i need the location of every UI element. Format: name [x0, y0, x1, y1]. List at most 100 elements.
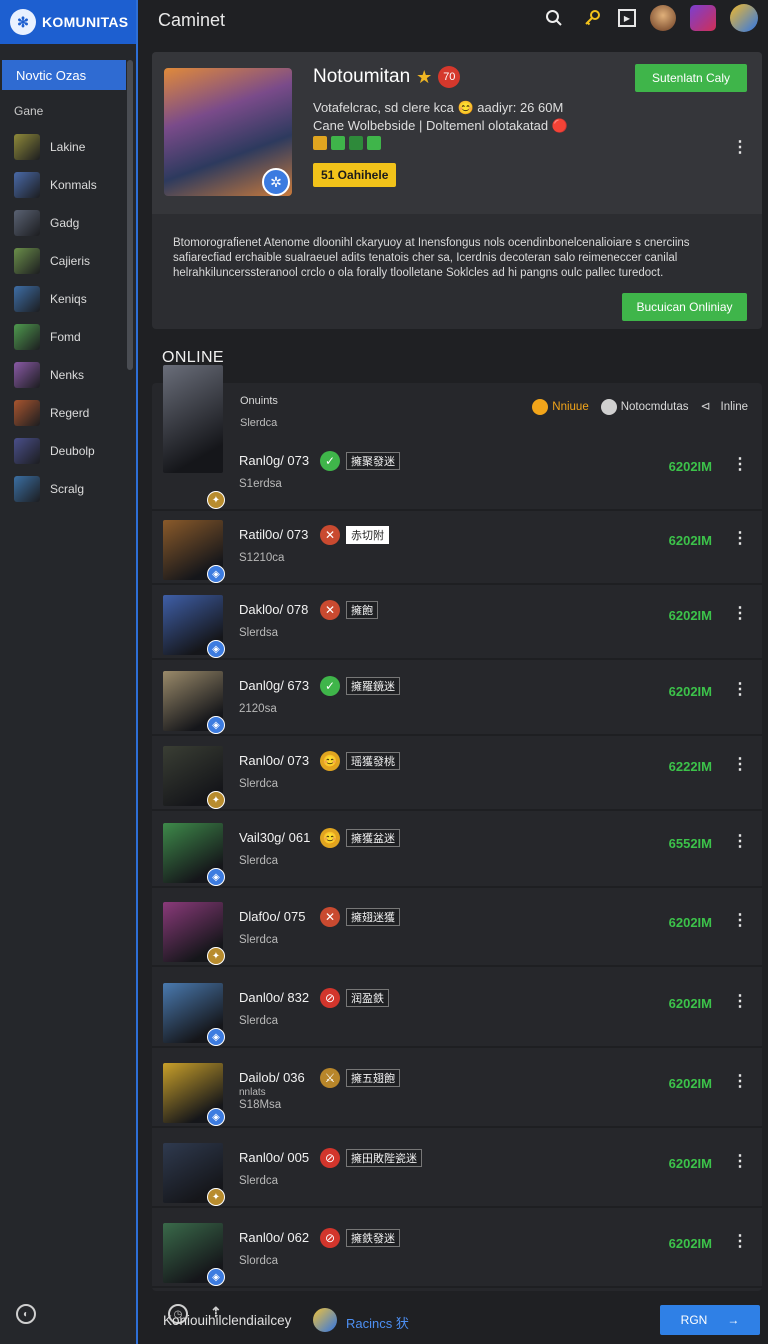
- filter-option[interactable]: Notocmdutas: [600, 399, 689, 415]
- more-options-icon[interactable]: ⋮: [732, 1234, 748, 1250]
- more-options-icon[interactable]: ⋮: [732, 757, 748, 773]
- settings-icon[interactable]: ◐: [16, 1304, 36, 1324]
- player-row[interactable]: ◈ Danl0g/ 673 2120sa ✓ 擁羅鏡迷 6202IM ⋮: [152, 666, 762, 736]
- player-score: 6202IM: [668, 608, 712, 623]
- player-row[interactable]: ◈ Ranl0o/ 062 Slordca ⊘ 擁鉄發迷 6202IM ⋮: [152, 1218, 762, 1288]
- featured-image[interactable]: ✲: [164, 68, 292, 196]
- player-name: Danl0o/ 832: [239, 990, 310, 1005]
- more-options-icon[interactable]: ⋮: [732, 913, 748, 929]
- user-avatar[interactable]: [650, 5, 676, 31]
- player-row[interactable]: ✦ Ranl0o/ 005 Slerdca ⊘ 擁田敗陛瓷迷 6202IM ⋮: [152, 1138, 762, 1208]
- sidebar-scrollbar[interactable]: [127, 60, 133, 370]
- sidebar-item[interactable]: Lakine: [0, 128, 136, 166]
- sidebar-item[interactable]: Scralg: [0, 470, 136, 508]
- sidebar-bottom-tools: ◐ ◷ ⇡: [16, 1304, 222, 1324]
- sidebar-item[interactable]: Konmals: [0, 166, 136, 204]
- footer-button-label: RGN: [680, 1313, 708, 1327]
- footer-avatar[interactable]: [313, 1308, 337, 1332]
- status-icon: 😊: [320, 751, 340, 771]
- featured-tag[interactable]: 51 Oahihele: [313, 163, 397, 187]
- player-subtitle: Slerdca: [239, 1175, 278, 1187]
- status-icon: ✕: [320, 600, 340, 620]
- sidebar-item[interactable]: Nenks: [0, 356, 136, 394]
- sidebar-item[interactable]: Gadg: [0, 204, 136, 242]
- player-subtitle: Slerdca: [239, 855, 278, 867]
- player-score: 6202IM: [668, 533, 712, 548]
- player-tag: 擁翅迷獲: [346, 908, 400, 926]
- secondary-action-button[interactable]: Bucuican Onliniay: [622, 293, 747, 321]
- status-icon: ⊘: [320, 1228, 340, 1248]
- player-name: Danl0g/ 673: [239, 678, 310, 693]
- sidebar-item-thumbnail: [14, 248, 40, 274]
- sidebar-item-label: Keniqs: [50, 292, 87, 306]
- search-icon[interactable]: [542, 6, 566, 30]
- profile-avatar[interactable]: [730, 4, 758, 32]
- status-icon: ✓: [320, 676, 340, 696]
- player-row[interactable]: ✦ Ranl0o/ 073 Slerdca 😊 瑶獲發桃 6222IM ⋮: [152, 741, 762, 811]
- player-row[interactable]: ◈ Dakl0o/ 078 Slerdsa ✕ 擁飽 6202IM ⋮: [152, 590, 762, 660]
- player-row[interactable]: ◈ Vail30g/ 061 Slerdca 😊 擁獲盆迷 6552IM ⋮: [152, 818, 762, 888]
- sidebar-item-label: Scralg: [50, 482, 85, 496]
- player-name: Dailob/ 036: [239, 1070, 305, 1085]
- brand[interactable]: ✻ KOMUNITAS: [0, 0, 136, 44]
- player-tag: 赤切附: [346, 526, 389, 544]
- leaf-icon: [349, 136, 363, 150]
- game-avatar[interactable]: [690, 5, 716, 31]
- status-icon: ✕: [320, 907, 340, 927]
- player-row[interactable]: ✦ Ranl0g/ 073 S1erdsa ✓ 擁聚發迷 6202IM ⋮: [152, 365, 762, 511]
- featured-description-2: Cane Wolbebside | Doltemenl olotakatad 🔴: [313, 118, 568, 133]
- shield-badge-icon: ◈: [207, 640, 225, 658]
- player-score: 6202IM: [668, 1156, 712, 1171]
- player-tag: 擁獲盆迷: [346, 829, 400, 847]
- player-name: Ranl0o/ 062: [239, 1230, 310, 1245]
- sidebar-item[interactable]: Regerd: [0, 394, 136, 432]
- more-options-icon[interactable]: ⋮: [732, 531, 748, 547]
- topbar-icons: ▶: [542, 4, 758, 32]
- sidebar-item-label: Cajieris: [50, 254, 91, 268]
- more-options-icon[interactable]: ⋮: [732, 1074, 748, 1090]
- player-row[interactable]: ◈ Ratil0o/ 073 S1210ca ✕ 赤切附 6202IM ⋮: [152, 515, 762, 585]
- footer-action-button[interactable]: RGN →: [660, 1305, 760, 1335]
- sidebar-item[interactable]: Cajieris: [0, 242, 136, 280]
- online-list-header: Onuints Slerdca Nniuue Notocmdutas ⊲ Inline: [152, 383, 762, 433]
- primary-action-button[interactable]: Sutenlatn Caly: [635, 64, 747, 92]
- more-options-icon[interactable]: ⋮: [732, 457, 748, 473]
- more-options-icon[interactable]: ⋮: [732, 834, 748, 850]
- more-options-icon[interactable]: ⋮: [732, 1154, 748, 1170]
- player-row[interactable]: ◈ Dailob/ 036 nnlats S18Msa ⚔ 擁五翅飽 6202IM ⋮: [152, 1058, 762, 1128]
- star-filter-icon: [532, 399, 549, 415]
- player-tag: 擁鉄發迷: [346, 1229, 400, 1247]
- player-row[interactable]: ◈ Danl0o/ 832 Slerdca ⊘ 润盈鉄 6202IM ⋮: [152, 978, 762, 1048]
- filter-option[interactable]: Nniuue: [532, 399, 589, 415]
- sidebar-item[interactable]: Fomd: [0, 318, 136, 356]
- more-options-icon[interactable]: ⋮: [732, 140, 748, 156]
- more-options-icon[interactable]: ⋮: [732, 682, 748, 698]
- half-circle-icon: [600, 399, 617, 415]
- warning-icon: [313, 136, 327, 150]
- player-name: Ranl0o/ 005: [239, 1150, 310, 1165]
- player-tag: 瑶獲發桃: [346, 752, 400, 770]
- more-options-icon[interactable]: ⋮: [732, 606, 748, 622]
- filter-option[interactable]: ⊲ Inline: [701, 399, 749, 415]
- status-icon: ⊘: [320, 988, 340, 1008]
- player-extra: nnlats: [239, 1087, 266, 1098]
- list-header-label: Onuints: [240, 395, 278, 407]
- player-subtitle: S1erdsa: [239, 478, 282, 490]
- sidebar-item[interactable]: Deubolp: [0, 432, 136, 470]
- player-score: 6202IM: [668, 684, 712, 699]
- player-row[interactable]: ✦ Dlaf0o/ 075 Slerdca ✕ 擁翅迷獲 6202IM ⋮: [152, 897, 762, 967]
- sidebar-item[interactable]: Keniqs: [0, 280, 136, 318]
- status-icon: ✕: [320, 525, 340, 545]
- sidebar-section-label: Gane: [14, 104, 44, 118]
- more-options-icon[interactable]: ⋮: [732, 994, 748, 1010]
- filter-label: Nniuue: [552, 401, 589, 413]
- player-subtitle: Slerdca: [239, 934, 278, 946]
- list-header-labels: Onuints Slerdca: [240, 395, 278, 429]
- footer-link[interactable]: Racincs 犾: [346, 1313, 409, 1332]
- sidebar-item-active[interactable]: Novtic Ozas: [2, 60, 126, 90]
- player-score: 6202IM: [668, 1236, 712, 1251]
- sidebar-item-thumbnail: [14, 438, 40, 464]
- play-icon[interactable]: ▶: [618, 9, 636, 27]
- status-icon: ✓: [320, 451, 340, 471]
- key-icon[interactable]: [580, 6, 604, 30]
